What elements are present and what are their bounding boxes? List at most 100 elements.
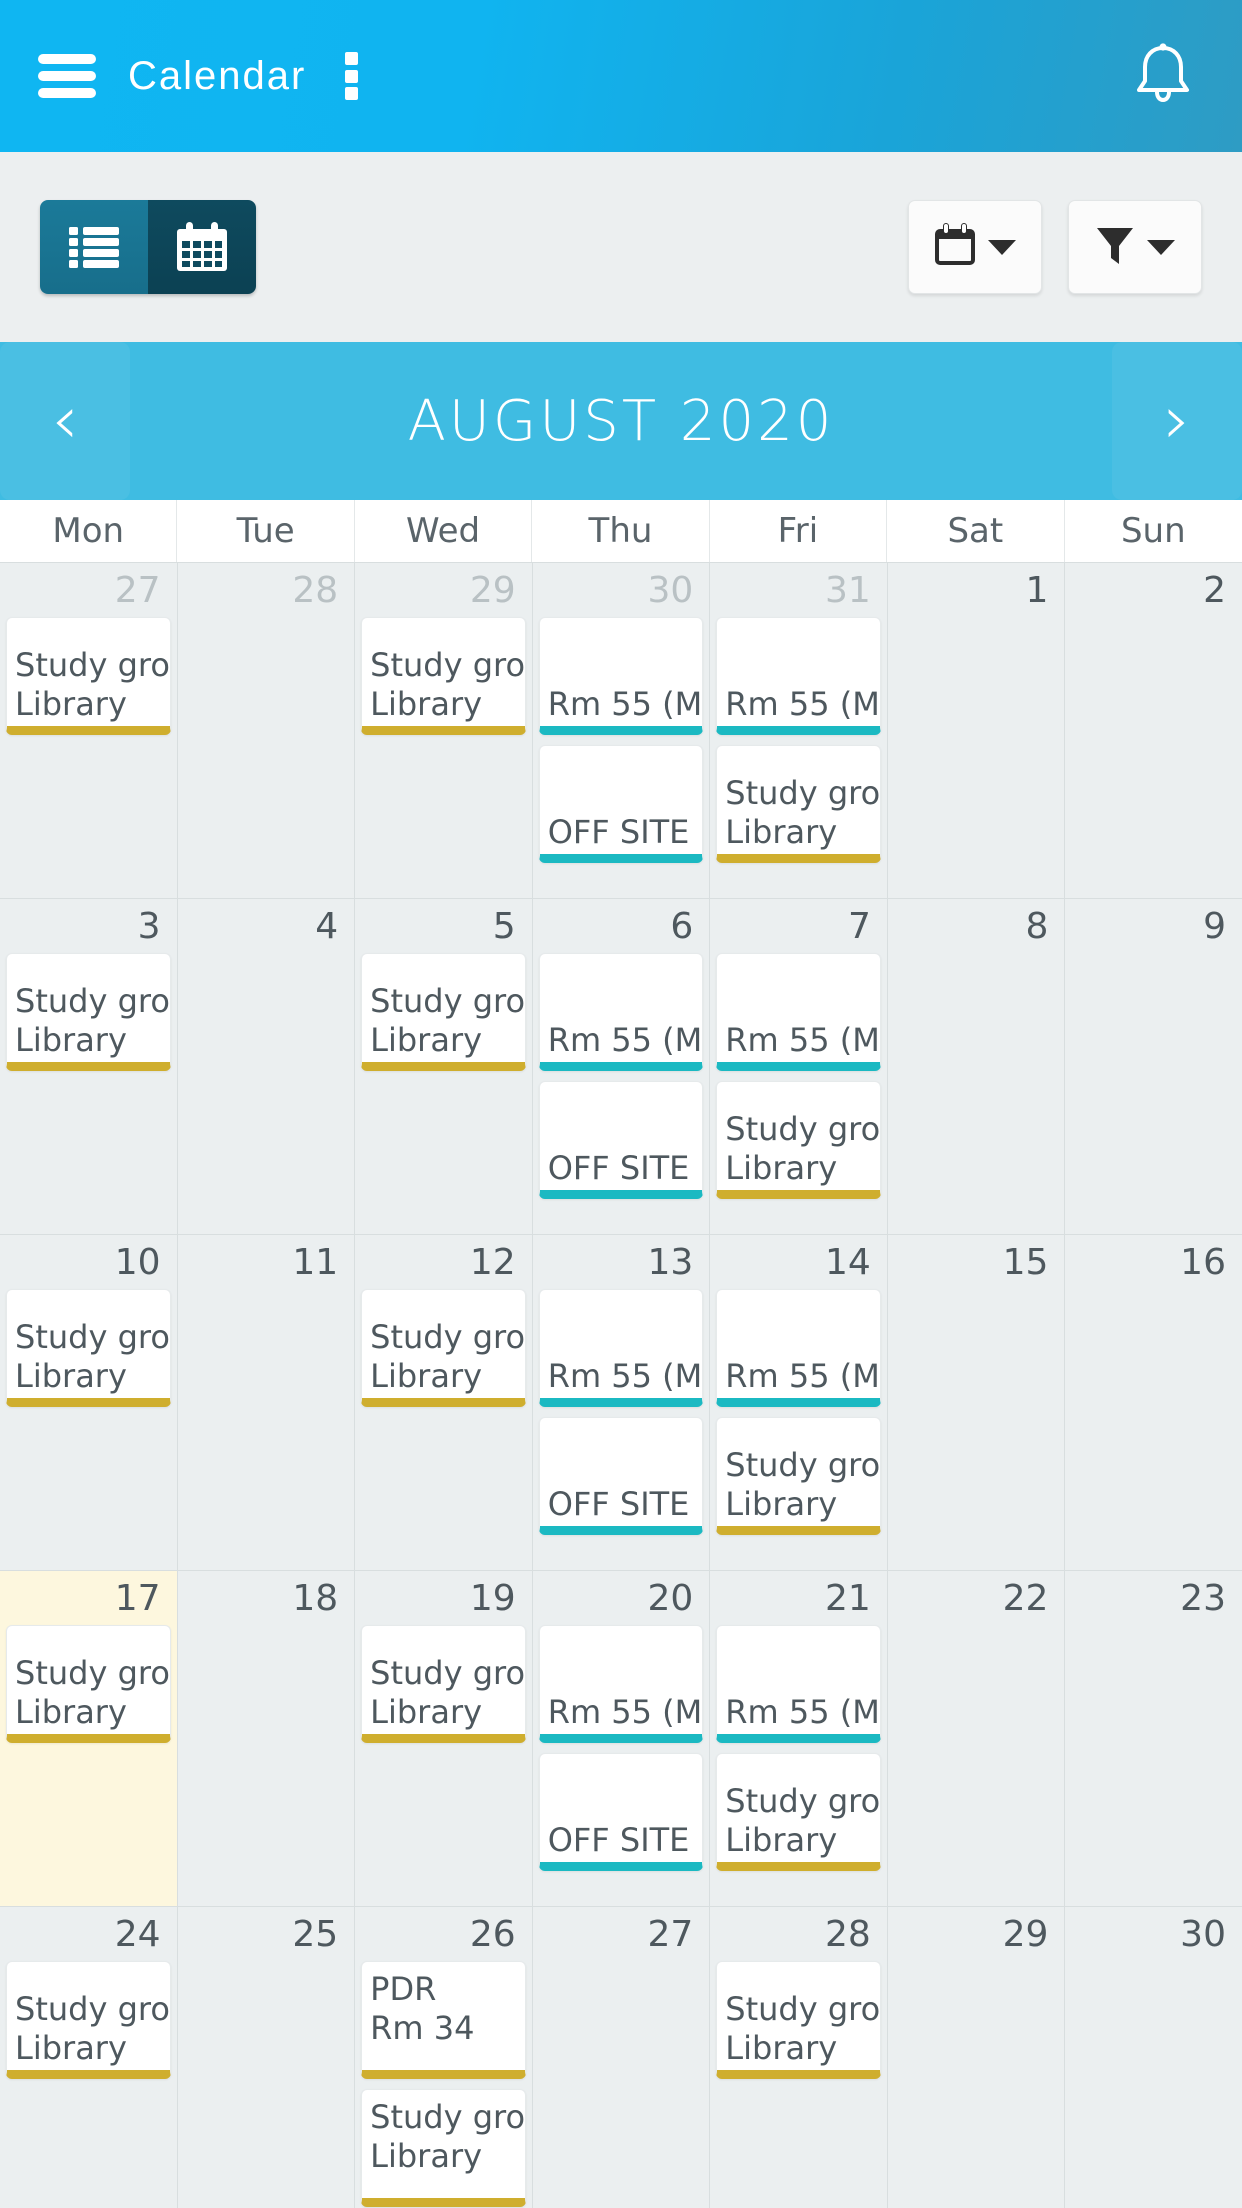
day-cell-17[interactable]: 17 Study gro Library [0,1571,177,1906]
day-cell-28[interactable]: 28 [177,563,355,898]
day-cell-19[interactable]: 19 Study gro Library [355,1571,532,1906]
day-cell-28[interactable]: 28 Study gro Library [710,1907,887,2208]
day-cell-10[interactable]: 10 Study gro Library [0,1235,177,1570]
event-text-line: Study gro [15,1989,170,2028]
day-cell-15[interactable]: 15 [887,1235,1065,1570]
weekday-header-mon: Mon [0,500,178,562]
day-cell-14[interactable]: 14 Rm 55 (M Study gro Library [710,1235,887,1570]
day-number: 30 [647,570,694,611]
event-chip[interactable]: Rm 55 (M [538,616,704,735]
day-cell-24[interactable]: 24 Study gro Library [0,1907,177,2208]
date-picker-dropdown-button[interactable] [908,200,1042,294]
event-chip[interactable]: Rm 55 (M [716,1288,881,1407]
day-cell-8[interactable]: 8 [887,899,1065,1234]
day-cell-22[interactable]: 22 [887,1571,1065,1906]
event-chip[interactable]: Study gro Library [6,952,171,1071]
day-cell-18[interactable]: 18 [177,1571,355,1906]
day-cell-29[interactable]: 29 Study gro Library [355,563,532,898]
event-chip[interactable]: Study gro Library [361,616,526,735]
event-text-line: Rm 55 (M [547,1020,703,1059]
filter-funnel-icon [1095,223,1135,272]
event-text-line: Study gro [370,981,526,1020]
event-chip[interactable]: Study gro Library [716,744,881,863]
event-text-line: Rm 55 (M [725,1356,880,1395]
event-text-line: PDR [370,1969,437,2008]
day-cell-1[interactable]: 1 [887,563,1065,898]
weekday-header-wed: Wed [355,500,533,562]
day-cell-27[interactable]: 27 [532,1907,710,2208]
day-number: 2 [1203,570,1226,611]
previous-month-button[interactable]: ‹ [0,342,130,500]
event-chip[interactable]: Rm 55 (M [716,1624,881,1743]
day-cell-13[interactable]: 13 Rm 55 (M OFF SITE [532,1235,710,1570]
day-cell-21[interactable]: 21 Rm 55 (M Study gro Library [710,1571,887,1906]
day-cell-7[interactable]: 7 Rm 55 (M Study gro Library [710,899,887,1234]
event-chip[interactable]: OFF SITE [538,744,704,863]
event-text-line: Study gro [370,1317,526,1356]
event-text-line: Study gro [725,1109,881,1148]
day-cell-16[interactable]: 16 [1065,1235,1242,1570]
day-number: 6 [670,906,694,947]
event-chip[interactable]: PDR Rm 34 [361,1960,526,2079]
event-text-line: Library [370,684,483,723]
day-cell-12[interactable]: 12 Study gro Library [355,1235,532,1570]
event-chip[interactable]: Study gro Library [716,1960,881,2079]
event-chip[interactable]: OFF SITE [538,1752,704,1871]
event-list: Study gro Library [6,952,171,1071]
event-chip[interactable]: Rm 55 (M [716,616,881,735]
event-chip[interactable]: Study gro Library [716,1416,881,1535]
event-chip[interactable]: Study gro Library [361,2088,526,2207]
event-text-line: Library [370,1692,483,1731]
event-chip[interactable]: Study gro Library [361,1624,526,1743]
event-list: Rm 55 (M OFF SITE [538,1288,704,1535]
event-chip[interactable]: Study gro Library [6,616,171,735]
event-chip[interactable]: Study gro Library [361,1288,526,1407]
day-cell-20[interactable]: 20 Rm 55 (M OFF SITE [532,1571,710,1906]
day-cell-30[interactable]: 30 [1065,1907,1242,2208]
day-number: 25 [292,1914,339,1955]
filter-dropdown-button[interactable] [1068,200,1202,294]
day-cell-30[interactable]: 30 Rm 55 (M OFF SITE [532,563,710,898]
day-cell-11[interactable]: 11 [177,1235,355,1570]
chevron-down-icon [988,239,1016,255]
event-chip[interactable]: Rm 55 (M [538,1288,704,1407]
event-chip[interactable]: Study gro Library [6,1288,171,1407]
next-month-button[interactable]: › [1112,342,1242,500]
hamburger-menu-icon[interactable] [38,54,96,98]
view-mode-segmented-control[interactable] [40,200,256,294]
day-cell-31[interactable]: 31 Rm 55 (M Study gro Library [710,563,887,898]
event-text-line: Library [15,1020,127,1059]
view-toolbar [0,152,1242,342]
event-chip[interactable]: OFF SITE [538,1416,704,1535]
day-cell-5[interactable]: 5 Study gro Library [355,899,532,1234]
calendar-view-icon[interactable] [148,200,256,294]
day-cell-3[interactable]: 3 Study gro Library [0,899,177,1234]
day-number: 12 [469,1242,516,1283]
day-cell-26[interactable]: 26 PDR Rm 34 Study gro Library [355,1907,532,2208]
day-cell-29[interactable]: 29 [887,1907,1065,2208]
bell-icon[interactable] [1132,40,1204,113]
day-cell-9[interactable]: 9 [1065,899,1242,1234]
list-view-icon[interactable] [40,200,148,294]
event-chip[interactable]: OFF SITE [538,1080,704,1199]
kebab-menu-icon[interactable] [334,48,368,104]
day-cell-25[interactable]: 25 [177,1907,355,2208]
event-chip[interactable]: Rm 55 (M [716,952,881,1071]
event-chip[interactable]: Study gro Library [361,952,526,1071]
day-cell-6[interactable]: 6 Rm 55 (M OFF SITE [532,899,710,1234]
day-cell-23[interactable]: 23 [1065,1571,1242,1906]
event-chip[interactable]: Study gro Library [6,1960,171,2079]
event-chip[interactable]: Study gro Library [716,1752,881,1871]
event-chip[interactable]: Rm 55 (M [538,1624,704,1743]
event-text-line: Library [725,812,838,851]
day-cell-27[interactable]: 27 Study gro Library [0,563,177,898]
event-chip[interactable]: Study gro Library [716,1080,881,1199]
event-chip[interactable]: Rm 55 (M [538,952,704,1071]
event-chip[interactable]: Study gro Library [6,1624,171,1743]
day-cell-2[interactable]: 2 [1065,563,1242,898]
day-number: 1 [1025,570,1049,611]
day-cell-4[interactable]: 4 [177,899,355,1234]
event-text-line: Library [370,2136,483,2175]
day-number: 21 [825,1578,871,1619]
event-text-line: Study gro [15,981,170,1020]
